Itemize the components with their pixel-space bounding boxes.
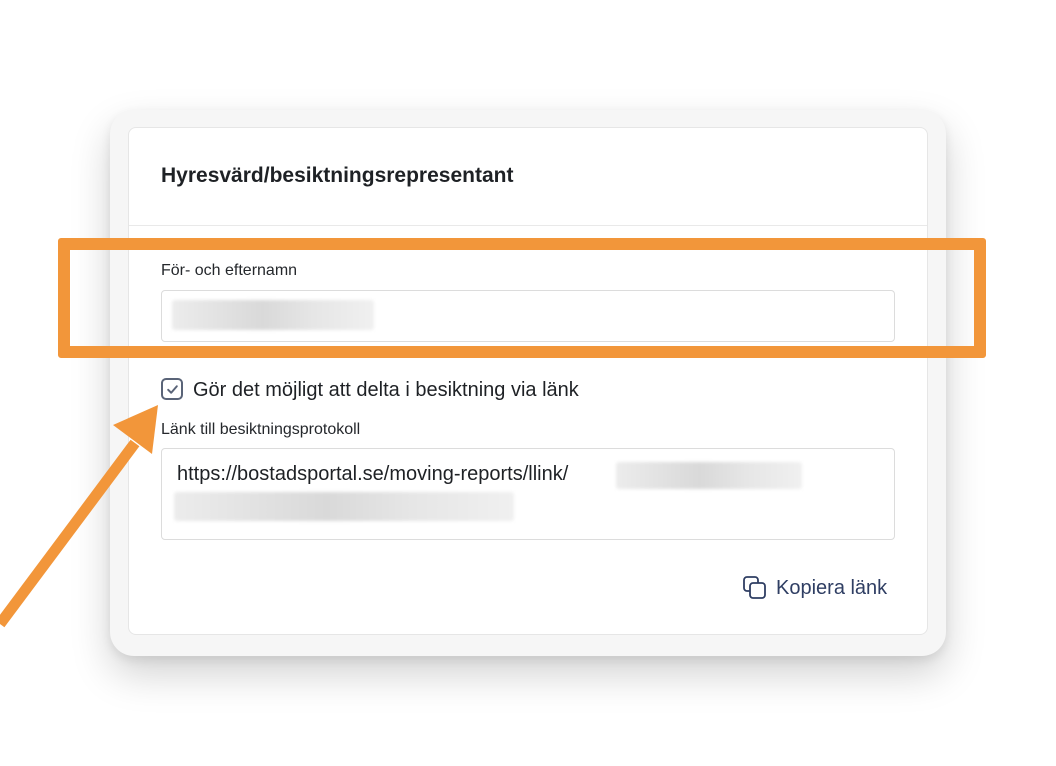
card-title: Hyresvärd/besiktningsrepresentant — [161, 164, 514, 187]
copy-link-button[interactable]: Kopiera länk — [742, 574, 887, 602]
redacted-link-part-2 — [174, 492, 514, 521]
screenshot-stage: Hyresvärd/besiktningsrepresentant För- o… — [0, 0, 1056, 766]
link-field-label: Länk till besiktningsprotokoll — [161, 421, 361, 438]
copy-icon — [743, 576, 766, 599]
protocol-link-text: https://bostadsportal.se/moving-reports/… — [177, 463, 569, 485]
redacted-link-part-1 — [616, 462, 802, 489]
copy-link-label: Kopiera länk — [776, 576, 888, 599]
card-divider — [129, 225, 927, 226]
checkmark-icon — [166, 384, 178, 394]
participation-checkbox[interactable] — [161, 378, 183, 400]
annotation-highlight-box — [58, 238, 986, 358]
participation-checkbox-label[interactable]: Gör det möjligt att delta i besiktning v… — [193, 379, 579, 402]
